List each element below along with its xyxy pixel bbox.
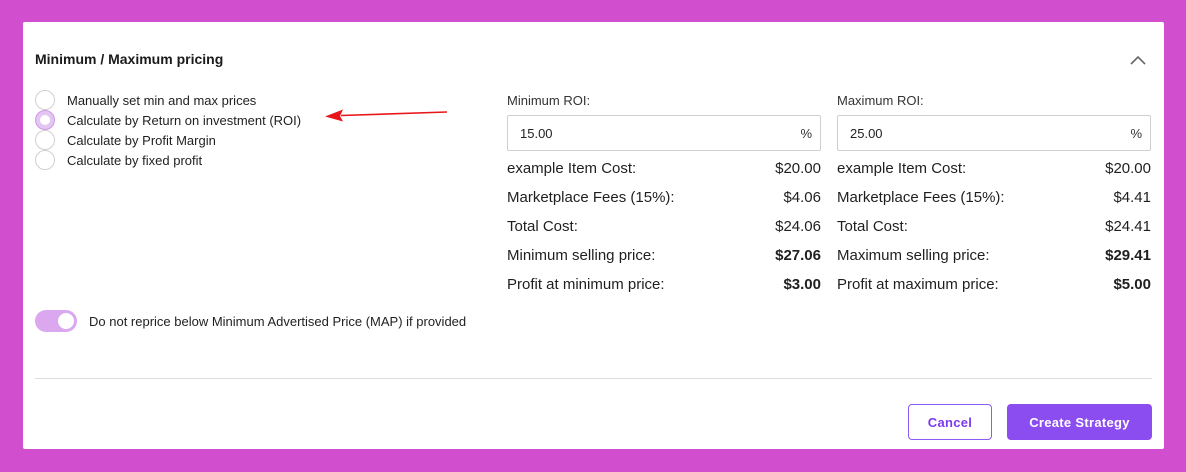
collapse-button[interactable]	[1127, 50, 1149, 70]
maximum-roi-label: Maximum ROI:	[837, 93, 924, 108]
calc-label: Minimum selling price:	[507, 247, 656, 264]
calc-row: Total Cost: $24.41	[837, 212, 1151, 241]
calc-value: $3.00	[783, 276, 821, 293]
map-toggle[interactable]	[35, 310, 77, 332]
maximum-roi-input[interactable]: %	[837, 115, 1151, 151]
calc-value: $20.00	[1105, 160, 1151, 177]
calc-row: example Item Cost: $20.00	[507, 154, 821, 183]
calc-label: Marketplace Fees (15%):	[507, 189, 675, 206]
radio-option-roi[interactable]: Calculate by Return on investment (ROI)	[35, 110, 301, 130]
red-arrow-icon	[325, 109, 448, 122]
calc-row: Marketplace Fees (15%): $4.06	[507, 183, 821, 212]
calc-value: $27.06	[775, 247, 821, 264]
calc-row: Profit at minimum price: $3.00	[507, 270, 821, 299]
calc-label: Profit at maximum price:	[837, 276, 999, 293]
radio-label: Calculate by fixed profit	[67, 152, 203, 168]
calc-label: Total Cost:	[837, 218, 908, 235]
minimum-roi-input[interactable]: %	[507, 115, 821, 151]
maximum-calc-list: example Item Cost: $20.00 Marketplace Fe…	[837, 154, 1151, 299]
calc-label: Profit at minimum price:	[507, 276, 665, 293]
map-toggle-label: Do not reprice below Minimum Advertised …	[89, 313, 467, 329]
radio-label: Calculate by Return on investment (ROI)	[67, 112, 302, 128]
percent-suffix: %	[1130, 125, 1142, 141]
calc-value: $5.00	[1113, 276, 1151, 293]
radio-label: Manually set min and max prices	[67, 92, 257, 108]
pricing-card: Minimum / Maximum pricing Manually set m…	[23, 22, 1164, 449]
maximum-roi-field[interactable]	[850, 125, 1050, 141]
map-toggle-row: Do not reprice below Minimum Advertised …	[35, 310, 466, 332]
calc-value: $24.41	[1105, 218, 1151, 235]
calc-label: Marketplace Fees (15%):	[837, 189, 1005, 206]
minimum-roi-field[interactable]	[520, 125, 720, 141]
calc-row: Profit at maximum price: $5.00	[837, 270, 1151, 299]
calc-value: $4.06	[783, 189, 821, 206]
calc-label: example Item Cost:	[507, 160, 637, 177]
cancel-button[interactable]: Cancel	[908, 404, 992, 440]
calc-row: Maximum selling price: $29.41	[837, 241, 1151, 270]
calc-value: $20.00	[775, 160, 821, 177]
create-strategy-button[interactable]: Create Strategy	[1007, 404, 1152, 440]
radio-label: Calculate by Profit Margin	[67, 132, 216, 148]
pricing-method-radio-group: Manually set min and max prices Calculat…	[35, 90, 301, 170]
chevron-up-icon	[1130, 55, 1146, 65]
calc-value: $24.06	[775, 218, 821, 235]
percent-suffix: %	[800, 125, 812, 141]
maximum-roi-column: Maximum ROI: % example Item Cost: $20.00…	[837, 94, 1151, 299]
calc-row: example Item Cost: $20.00	[837, 154, 1151, 183]
radio-button[interactable]	[35, 130, 55, 150]
minimum-calc-list: example Item Cost: $20.00 Marketplace Fe…	[507, 154, 821, 299]
radio-button-selected[interactable]	[35, 110, 55, 130]
radio-option-fixed-profit[interactable]: Calculate by fixed profit	[35, 150, 301, 170]
calc-label: example Item Cost:	[837, 160, 967, 177]
calc-row: Marketplace Fees (15%): $4.41	[837, 183, 1151, 212]
radio-option-profit-margin[interactable]: Calculate by Profit Margin	[35, 130, 301, 150]
calc-value: $4.41	[1113, 189, 1151, 206]
minimum-roi-label: Minimum ROI:	[507, 93, 591, 108]
toggle-knob	[58, 313, 74, 329]
calc-row: Minimum selling price: $27.06	[507, 241, 821, 270]
calc-value: $29.41	[1105, 247, 1151, 264]
divider	[35, 378, 1152, 379]
section-title: Minimum / Maximum pricing	[35, 51, 224, 67]
calc-label: Maximum selling price:	[837, 247, 990, 264]
calc-row: Total Cost: $24.06	[507, 212, 821, 241]
radio-option-manual[interactable]: Manually set min and max prices	[35, 90, 301, 110]
minimum-roi-column: Minimum ROI: % example Item Cost: $20.00…	[507, 94, 821, 299]
radio-button[interactable]	[35, 150, 55, 170]
calc-label: Total Cost:	[507, 218, 578, 235]
radio-button[interactable]	[35, 90, 55, 110]
